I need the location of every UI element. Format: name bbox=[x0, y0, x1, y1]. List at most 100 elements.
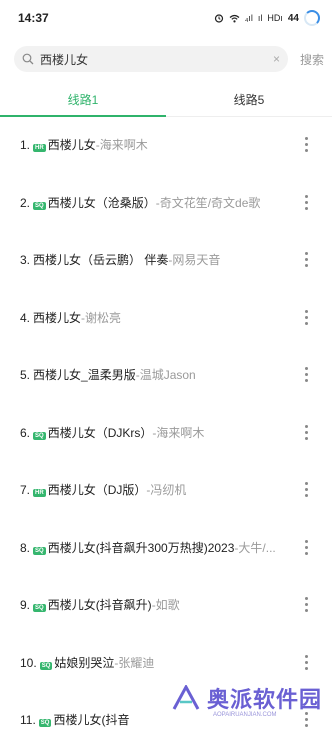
song-index: 6. bbox=[20, 425, 31, 440]
list-item[interactable]: 7. HR 西楼儿女（DJ版）-冯纫机 bbox=[0, 461, 332, 519]
song-artist: -海来啊木 bbox=[95, 138, 148, 153]
song-text: 7. HR 西楼儿女（DJ版）-冯纫机 bbox=[20, 481, 296, 498]
song-title: 西楼儿女（DJ版） bbox=[47, 483, 147, 498]
song-title: 西楼儿女(抖音 bbox=[53, 713, 130, 728]
more-dot bbox=[304, 603, 308, 607]
quality-badge: SQ bbox=[38, 719, 52, 728]
song-index: 11. bbox=[20, 713, 36, 728]
more-options-icon[interactable] bbox=[304, 252, 308, 268]
more-options-icon[interactable] bbox=[304, 367, 308, 383]
song-index: 8. bbox=[20, 540, 31, 555]
signal-icon: ıl bbox=[257, 13, 263, 23]
song-text: 8. SQ 西楼儿女(抖音飙升300万热搜)2023-大牛/... bbox=[20, 539, 296, 556]
song-line: 1. HR 西楼儿女-海来啊木 bbox=[20, 136, 148, 153]
battery-icon bbox=[304, 10, 320, 26]
song-line: 10. SQ 姑娘别哭泣-张耀迪 bbox=[20, 654, 154, 671]
more-dot bbox=[304, 654, 308, 658]
more-dot bbox=[304, 660, 308, 664]
wifi-icon bbox=[229, 14, 240, 22]
clear-icon[interactable]: × bbox=[273, 52, 280, 66]
list-item[interactable]: 1. HR 西楼儿女-海来啊木 bbox=[0, 116, 332, 174]
status-icons: ₄ıl ıl HDı 44 bbox=[214, 10, 320, 26]
song-artist: -冯纫机 bbox=[146, 483, 187, 498]
list-item[interactable]: 4. 西楼儿女-谢松亮 bbox=[0, 289, 332, 347]
song-text: 1. HR 西楼儿女-海来啊木 bbox=[20, 136, 296, 153]
more-dot bbox=[304, 430, 308, 434]
song-line: 5. 西楼儿女_温柔男版-温城Jason bbox=[20, 366, 196, 383]
song-title: 西楼儿女_温柔男版 bbox=[33, 368, 136, 383]
more-dot bbox=[304, 379, 308, 383]
more-dot bbox=[304, 194, 308, 198]
status-bar: 14:37 ₄ıl ıl HDı 44 bbox=[0, 0, 332, 36]
watermark: 奥派软件园 AOPAIRUANJIAN.COM bbox=[171, 682, 322, 718]
song-index: 1. bbox=[20, 138, 31, 153]
more-dot bbox=[304, 264, 308, 268]
more-dot bbox=[304, 321, 308, 325]
more-options-icon[interactable] bbox=[304, 309, 308, 325]
song-title: 西楼儿女 bbox=[47, 138, 96, 153]
song-index: 10. bbox=[20, 655, 37, 670]
search-input[interactable] bbox=[40, 52, 269, 66]
watermark-text: 奥派软件园 bbox=[206, 687, 322, 712]
more-dot bbox=[304, 137, 308, 141]
search-icon bbox=[22, 53, 34, 65]
more-options-icon[interactable] bbox=[304, 482, 308, 498]
list-item[interactable]: 3. 西楼儿女（岳云鹏） 伴奏-网易天音 bbox=[0, 231, 332, 289]
more-dot bbox=[304, 309, 308, 313]
more-dot bbox=[304, 545, 308, 549]
tab-route-1[interactable]: 线路1 bbox=[0, 82, 166, 117]
song-text: 6. SQ 西楼儿女（DJKrs）-海来啊木 bbox=[20, 424, 296, 441]
list-item[interactable]: 6. SQ 西楼儿女（DJKrs）-海来啊木 bbox=[0, 404, 332, 462]
song-text: 10. SQ 姑娘别哭泣-张耀迪 bbox=[20, 654, 296, 671]
more-options-icon[interactable] bbox=[304, 597, 308, 613]
search-button[interactable]: 搜索 bbox=[300, 51, 324, 68]
quality-badge: HR bbox=[33, 144, 46, 153]
song-line: 6. SQ 西楼儿女（DJKrs）-海来啊木 bbox=[20, 424, 204, 441]
more-dot bbox=[304, 149, 308, 153]
song-title: 姑娘别哭泣 bbox=[54, 655, 115, 670]
song-index: 5. bbox=[20, 368, 31, 383]
song-title: 西楼儿女（沧桑版） bbox=[47, 195, 156, 210]
song-text: 5. 西楼儿女_温柔男版-温城Jason bbox=[20, 366, 296, 383]
more-dot bbox=[304, 597, 308, 601]
more-dot bbox=[304, 539, 308, 543]
search-box[interactable]: × bbox=[14, 46, 288, 72]
song-title: 西楼儿女(抖音飙升300万热搜)2023 bbox=[47, 540, 235, 555]
song-line: 8. SQ 西楼儿女(抖音飙升300万热搜)2023-大牛/... bbox=[20, 539, 276, 556]
song-artist: -张耀迪 bbox=[114, 655, 155, 670]
more-options-icon[interactable] bbox=[304, 424, 308, 440]
more-dot bbox=[304, 609, 308, 613]
song-artist: -大牛/... bbox=[234, 540, 276, 555]
song-text: 9. SQ 西楼儿女(抖音飙升)-如歌 bbox=[20, 596, 296, 613]
route-tabs: 线路1 线路5 bbox=[0, 82, 332, 117]
song-text: 4. 西楼儿女-谢松亮 bbox=[20, 309, 296, 326]
song-title: 西楼儿女 bbox=[33, 310, 82, 325]
song-line: 2. SQ 西楼儿女（沧桑版）-奇文花笙/奇文de歌 bbox=[20, 194, 260, 211]
signal-icon: ₄ıl bbox=[244, 13, 253, 23]
quality-badge: SQ bbox=[33, 604, 46, 613]
tab-route-5[interactable]: 线路5 bbox=[166, 82, 332, 116]
list-item[interactable]: 5. 西楼儿女_温柔男版-温城Jason bbox=[0, 346, 332, 404]
list-item[interactable]: 8. SQ 西楼儿女(抖音飙升300万热搜)2023-大牛/... bbox=[0, 519, 332, 577]
more-options-icon[interactable] bbox=[304, 539, 308, 555]
song-title: 西楼儿女（岳云鹏） 伴奏 bbox=[33, 253, 169, 268]
more-dot bbox=[304, 494, 308, 498]
song-text: 2. SQ 西楼儿女（沧桑版）-奇文花笙/奇文de歌 bbox=[20, 194, 296, 211]
quality-badge: SQ bbox=[39, 661, 53, 670]
song-artist: -如歌 bbox=[151, 598, 180, 613]
song-artist: -网易天音 bbox=[168, 253, 221, 268]
quality-badge: SQ bbox=[33, 546, 46, 555]
more-options-icon[interactable] bbox=[304, 137, 308, 153]
more-options-icon[interactable] bbox=[304, 654, 308, 670]
song-title: 西楼儿女(抖音飙升) bbox=[47, 598, 152, 613]
song-index: 4. bbox=[20, 310, 31, 325]
song-artist: -谢松亮 bbox=[81, 310, 122, 325]
list-item[interactable]: 2. SQ 西楼儿女（沧桑版）-奇文花笙/奇文de歌 bbox=[0, 174, 332, 232]
logo-icon bbox=[172, 685, 200, 710]
more-dot bbox=[304, 252, 308, 256]
watermark-subtext: AOPAIRUANJIAN.COM bbox=[212, 712, 277, 718]
song-artist: -海来啊木 bbox=[152, 425, 205, 440]
more-options-icon[interactable] bbox=[304, 194, 308, 210]
list-item[interactable]: 9. SQ 西楼儿女(抖音飙升)-如歌 bbox=[0, 576, 332, 634]
more-dot bbox=[304, 724, 308, 728]
